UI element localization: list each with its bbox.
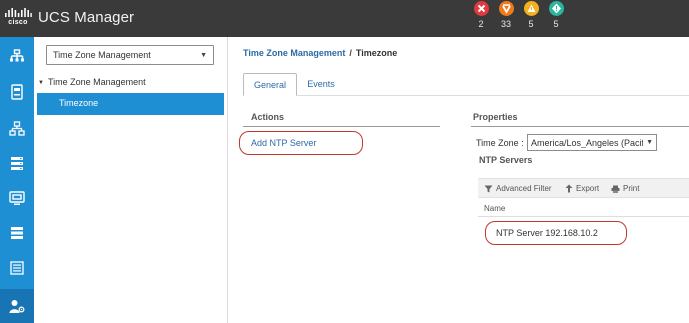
network-icon [10, 49, 24, 62]
tree-node-timezone[interactable]: Timezone [37, 93, 224, 115]
breadcrumb-parent-link[interactable]: Time Zone Management [243, 48, 345, 58]
warning-fault-indicator[interactable]: 5 [546, 0, 566, 37]
properties-divider [471, 126, 689, 127]
cisco-wordmark: cisco [8, 19, 28, 26]
table-header: Name [478, 199, 689, 217]
time-zone-dropdown[interactable]: America/Los_Angeles (Pacif ▼ [527, 134, 657, 151]
equipment-icon [11, 84, 23, 100]
breadcrumb: Time Zone Management / Timezone [243, 48, 397, 58]
storage-icon [11, 156, 23, 170]
table-row[interactable]: NTP Server 192.168.10.2 [485, 221, 627, 245]
print-icon [611, 185, 620, 193]
major-fault-indicator[interactable]: 33 [496, 0, 516, 37]
actions-divider [243, 126, 440, 127]
rail-storage-button[interactable] [0, 148, 34, 178]
warning-fault-icon [548, 1, 564, 16]
chassis-list-icon [10, 261, 24, 275]
rail-chassis-list-button[interactable] [0, 253, 34, 283]
breadcrumb-current: Timezone [355, 48, 398, 58]
ntp-server-name: NTP Server 192.168.10.2 [496, 228, 598, 238]
content-area: Time Zone Management / Timezone General Ev… [229, 37, 689, 323]
rail-server-list-button[interactable] [0, 218, 34, 248]
time-zone-value: America/Los_Angeles (Pacif [531, 138, 643, 148]
rail-topology-button[interactable] [0, 113, 34, 143]
server-list-icon [11, 227, 23, 239]
vm-icon [9, 190, 25, 205]
tree-node-label: Time Zone Management [47, 77, 146, 87]
column-header-name[interactable]: Name [484, 204, 505, 213]
properties-heading: Properties [473, 112, 518, 122]
rail-admin-button[interactable] [0, 289, 34, 323]
tree-node-time-zone-management[interactable]: ▼ Time Zone Management [38, 77, 146, 87]
warning-fault-count: 5 [553, 19, 559, 29]
major-fault-icon [498, 1, 514, 16]
nav-filter-dropdown[interactable]: Time Zone Management ▼ [46, 45, 214, 65]
export-label: Export [576, 184, 600, 193]
nav-filter-value: Time Zone Management [53, 50, 151, 60]
app-title: UCS Manager [38, 9, 135, 26]
critical-fault-count: 2 [478, 19, 484, 29]
add-ntp-server-link[interactable]: Add NTP Server [239, 131, 363, 155]
rail-equipment-button[interactable] [0, 77, 34, 107]
rail-vm-button[interactable] [0, 183, 34, 213]
advanced-filter-label: Advanced Filter [496, 184, 552, 193]
print-button[interactable]: Print [611, 184, 639, 193]
admin-icon [9, 299, 25, 313]
navigation-panel: Time Zone Management ▼ ▼ Time Zone Manage… [34, 37, 228, 323]
chevron-down-icon: ▼ [200, 52, 207, 59]
major-fault-count: 33 [500, 19, 511, 29]
tab-events[interactable]: Events [301, 73, 341, 96]
tree-node-selected-label: Timezone [59, 98, 99, 108]
tab-events-label: Events [307, 79, 335, 89]
table-toolbar: Advanced Filter Export Print [478, 178, 689, 198]
actions-heading: Actions [251, 112, 285, 122]
left-icon-rail [0, 37, 34, 323]
tab-general-label: General [253, 80, 287, 90]
tab-general[interactable]: General [243, 73, 297, 96]
rail-network-button[interactable] [0, 41, 34, 71]
time-zone-label: Time Zone : [476, 138, 524, 148]
top-header: cisco UCS Manager 2 33 5 5 [0, 0, 689, 37]
export-icon [565, 184, 573, 193]
tree-expand-icon[interactable]: ▼ [38, 80, 44, 86]
advanced-filter-button[interactable]: Advanced Filter [484, 184, 552, 193]
minor-fault-count: 5 [528, 19, 534, 29]
filter-icon [484, 185, 493, 192]
cisco-logo-icon[interactable]: cisco [4, 7, 32, 29]
ntp-servers-heading: NTP Servers [479, 155, 533, 165]
breadcrumb-separator: / [349, 48, 352, 58]
chevron-down-icon: ▼ [646, 139, 653, 146]
minor-fault-icon [523, 1, 539, 16]
export-button[interactable]: Export [565, 184, 599, 193]
critical-fault-indicator[interactable]: 2 [471, 0, 491, 37]
add-ntp-server-label: Add NTP Server [251, 138, 317, 148]
critical-fault-icon [473, 1, 489, 16]
print-label: Print [623, 184, 640, 193]
minor-fault-indicator[interactable]: 5 [521, 0, 541, 37]
topology-icon [9, 120, 25, 136]
